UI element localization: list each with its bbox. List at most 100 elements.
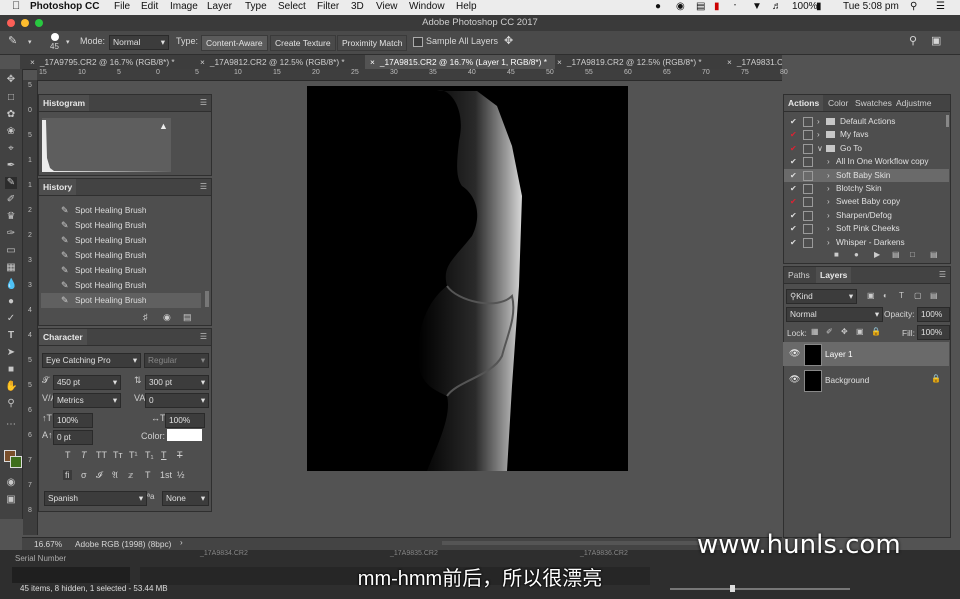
filter-shape-icon[interactable]: ▢ (914, 291, 922, 300)
new-action-icon[interactable]: □ (910, 250, 915, 259)
disclosure-closed-icon[interactable]: › (827, 236, 830, 249)
lock-all-icon[interactable]: 🔒 (871, 327, 881, 336)
tab-17a9819[interactable]: × _17A9819.CR2 @ 12.5% (RGB/8*) * (557, 55, 727, 69)
blur-tool-icon[interactable]: 💧 (5, 279, 17, 291)
dialog-toggle-icon[interactable] (803, 184, 813, 194)
layer-row-layer-1[interactable]: 👁 Layer 1 (783, 342, 949, 366)
small-caps-icon[interactable]: Tт (113, 450, 123, 460)
tab-character[interactable]: Character (39, 329, 87, 345)
layer-lock-icon[interactable]: 🔒 (931, 374, 941, 383)
move-tool-icon[interactable]: ✥ (5, 74, 17, 86)
subscript-icon[interactable]: T₁ (145, 450, 154, 460)
quick-mask-icon[interactable]: ◉ (5, 477, 17, 489)
action-item[interactable]: ✔ › Default Actions (784, 115, 949, 128)
disclosure-closed-icon[interactable]: › (817, 115, 820, 128)
baseline-shift-field[interactable]: 0 pt (53, 430, 93, 445)
action-enabled-check-icon[interactable]: ✔ (790, 236, 797, 249)
quick-select-tool-icon[interactable]: ❀ (5, 126, 17, 138)
dialog-toggle-icon[interactable] (803, 157, 813, 168)
action-item[interactable]: ✔ › Sharpen/Defog (784, 209, 949, 222)
action-item[interactable]: ✔ › Sweet Baby copy (784, 195, 949, 208)
warning-icon[interactable]: ▲ (159, 121, 168, 131)
fill-field[interactable]: 100% (917, 325, 950, 340)
menu-help[interactable]: Help (456, 1, 477, 12)
gradient-tool-icon[interactable]: ▦ (5, 262, 17, 274)
action-enabled-check-icon[interactable]: ✔ (790, 142, 797, 155)
disclosure-closed-icon[interactable]: › (827, 182, 830, 195)
menu-layer[interactable]: Layer (207, 1, 232, 12)
action-enabled-check-icon[interactable]: ✔ (790, 169, 797, 182)
tab-17a9815[interactable]: × _17A9815.CR2 @ 16.7% (Layer 1, RGB/8*) … (365, 55, 555, 69)
sample-all-layers-checkbox[interactable] (413, 37, 423, 47)
ligature-icon[interactable]: fi (63, 470, 72, 480)
superscript-icon[interactable]: T¹ (129, 450, 138, 460)
tab-actions[interactable]: Actions (784, 95, 824, 111)
content-aware-button[interactable]: Content-Aware (201, 35, 268, 51)
kerning-select[interactable]: Metrics ▾ (53, 393, 121, 408)
text-color-swatch[interactable] (167, 429, 202, 441)
search-icon[interactable]: ⚲ (909, 34, 917, 47)
thumb-label-1[interactable]: _17A9834.CR2 (200, 550, 248, 557)
history-item[interactable]: ✎ Spot Healing Brush (41, 263, 201, 278)
history-scrollbar[interactable] (205, 291, 209, 307)
background-color-swatch[interactable] (10, 456, 22, 468)
lasso-tool-icon[interactable]: ✿ (5, 109, 17, 121)
filter-adjustment-icon[interactable]: ◐ (883, 291, 888, 300)
action-item[interactable]: ✔ › Soft Baby Skin (784, 168, 949, 182)
lock-position-icon[interactable]: ✥ (841, 327, 848, 336)
menu-filter[interactable]: Filter (317, 1, 339, 12)
history-item[interactable]: ✎ Spot Healing Brush (41, 278, 201, 293)
lock-transparent-icon[interactable]: ▦ (811, 327, 819, 336)
ordinal-icon[interactable]: 1st (160, 470, 172, 480)
tracking-field[interactable]: 0 ▾ (145, 393, 209, 408)
workspace-icon[interactable]: ▣ (931, 34, 941, 47)
history-item-current[interactable]: ✎ Spot Healing Brush (41, 293, 201, 308)
panel-menu-icon[interactable]: ☰ (939, 270, 946, 279)
menu-edit[interactable]: Edit (141, 1, 158, 12)
clone-stamp-tool-icon[interactable]: ♛ (5, 211, 17, 223)
action-enabled-check-icon[interactable]: ✔ (790, 195, 797, 208)
horizontal-scale-field[interactable]: 100% (165, 413, 205, 428)
panel-menu-icon[interactable]: ☰ (200, 332, 207, 341)
action-enabled-check-icon[interactable]: ✔ (790, 115, 797, 128)
fractions-icon[interactable]: ½ (177, 470, 185, 480)
status-icon-1[interactable]: ● (655, 1, 661, 12)
history-brush-tool-icon[interactable]: ✑ (5, 228, 17, 240)
brush-picker-chevron-icon[interactable]: ▾ (66, 38, 70, 46)
status-icon-2[interactable]: ◉ (676, 1, 685, 12)
titling-alternates-icon[interactable]: 𝕫 (128, 470, 133, 481)
font-family-select[interactable]: Eye Catching Pro ▾ (42, 353, 141, 368)
proximity-match-button[interactable]: Proximity Match (337, 35, 408, 51)
action-item[interactable]: ✔ › Soft Pink Cheeks (784, 222, 949, 235)
app-menu[interactable]: Photoshop CC (30, 1, 99, 12)
menu-view[interactable]: View (376, 1, 398, 12)
pen-tool-icon[interactable]: ✓ (5, 313, 17, 325)
faux-italic-icon[interactable]: T (81, 450, 87, 460)
menu-image[interactable]: Image (170, 1, 198, 12)
status-icon-3[interactable]: ▤ (696, 1, 705, 12)
status-icon-4[interactable]: ▮ (714, 1, 720, 12)
action-enabled-check-icon[interactable]: ✔ (790, 182, 797, 195)
spotlight-icon[interactable]: ⚲ (910, 1, 917, 12)
snapshot-icon[interactable]: ◉ (163, 312, 171, 323)
menu-3d[interactable]: 3D (351, 1, 364, 12)
history-item[interactable]: ✎ Spot Healing Brush (41, 248, 201, 263)
eyedropper-tool-icon[interactable]: ✒ (5, 160, 17, 172)
history-item[interactable]: ✎ Spot Healing Brush (41, 233, 201, 248)
menu-select[interactable]: Select (278, 1, 306, 12)
panel-menu-icon[interactable]: ☰ (200, 182, 207, 191)
filter-pixel-icon[interactable]: ▣ (867, 291, 875, 300)
dialog-toggle-icon[interactable] (803, 117, 813, 127)
rectangle-tool-icon[interactable]: ■ (5, 364, 17, 376)
brush-tool-icon[interactable]: ✐ (5, 194, 17, 206)
dialog-toggle-icon[interactable] (803, 130, 813, 141)
new-document-from-state-icon[interactable]: ♯ (143, 312, 148, 322)
disclosure-open-icon[interactable]: ∨ (817, 142, 823, 155)
stop-icon[interactable]: ■ (834, 250, 839, 259)
dialog-toggle-icon[interactable] (803, 170, 813, 181)
horizontal-scrollbar[interactable] (442, 541, 722, 545)
new-set-icon[interactable]: ▤ (892, 250, 900, 259)
layer-kind-filter[interactable]: ⚲Kind ▾ (786, 289, 857, 304)
all-caps-icon[interactable]: TT (96, 450, 107, 460)
tab-17a9795[interactable]: × _17A9795.CR2 @ 16.7% (RGB/8*) * (30, 55, 200, 69)
